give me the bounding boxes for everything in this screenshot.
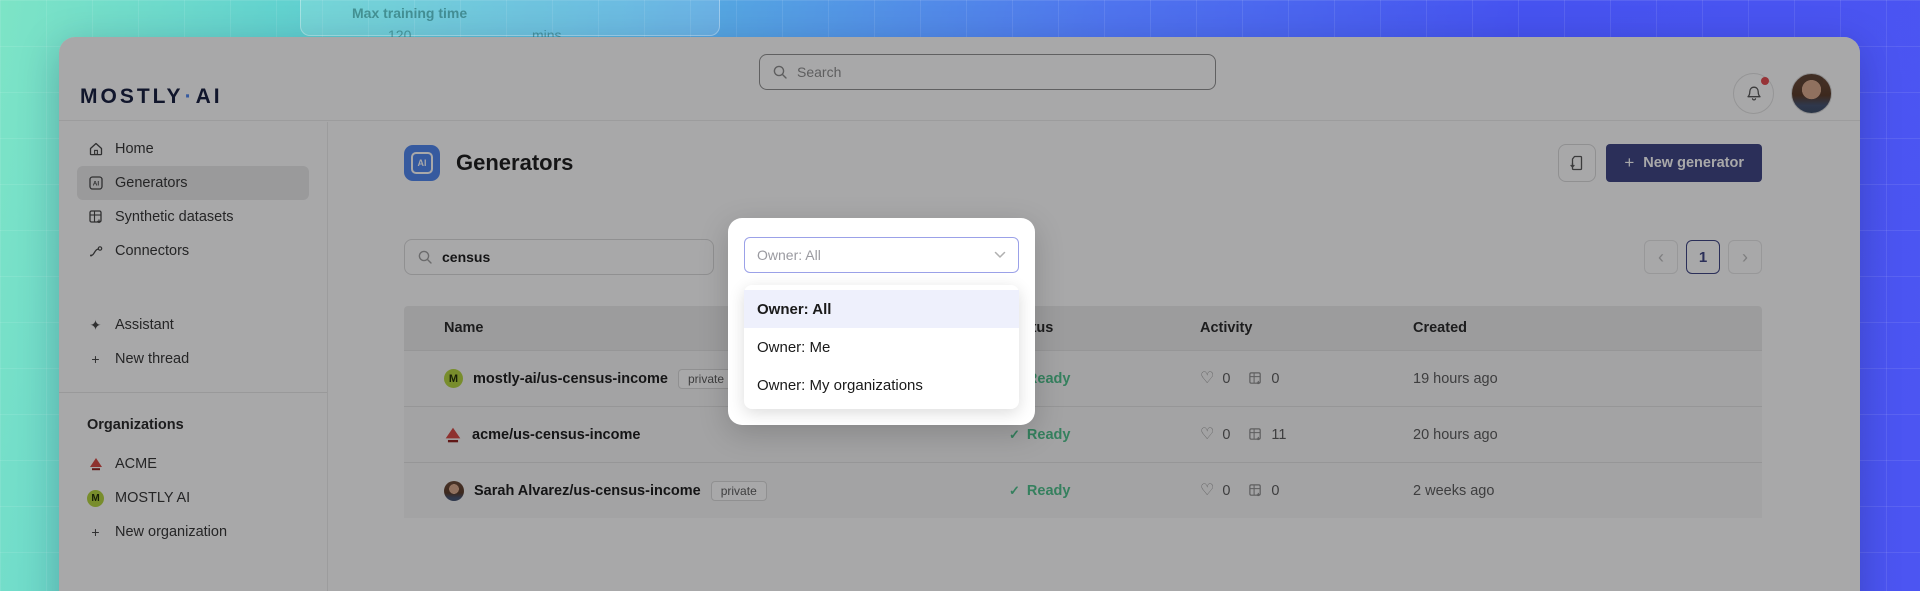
owner-filter-select[interactable]: Owner: All — [744, 237, 1019, 273]
app-window: MOSTLY·AI Home AI Generators — [59, 37, 1860, 591]
owner-option-my-organizations[interactable]: Owner: My organizations — [744, 366, 1019, 404]
owner-option-me[interactable]: Owner: Me — [744, 328, 1019, 366]
owner-option-all[interactable]: Owner: All — [744, 290, 1019, 328]
chevron-down-icon — [994, 251, 1006, 259]
owner-filter-spotlight: Owner: All Owner: All Owner: Me Owner: M… — [728, 218, 1035, 425]
owner-filter-menu: Owner: All Owner: Me Owner: My organizat… — [744, 285, 1019, 409]
owner-filter-value: Owner: All — [757, 247, 821, 263]
background-ghost-title: Max training time — [352, 5, 467, 21]
